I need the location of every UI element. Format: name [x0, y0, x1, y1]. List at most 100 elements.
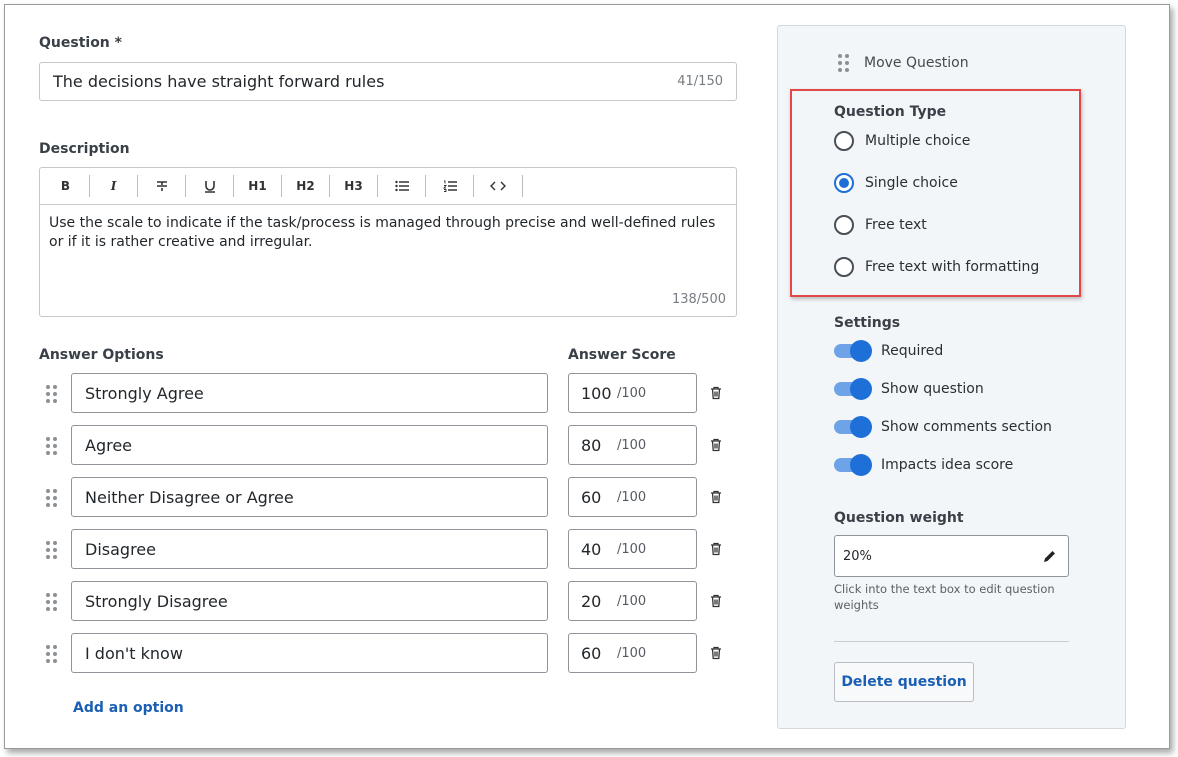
answer-score-input[interactable]: 80/100: [568, 425, 697, 465]
answer-score-label: Answer Score: [568, 347, 676, 363]
question-weight-value: 20%: [843, 548, 872, 564]
question-type-option[interactable]: Free text with formatting: [834, 257, 1039, 277]
bullet-list-icon: [394, 180, 409, 192]
question-type-option-label: Multiple choice: [865, 133, 971, 149]
radio-button[interactable]: [834, 215, 854, 235]
editor-toolbar: B I H1 H2 H3: [40, 168, 736, 205]
answer-score-input[interactable]: 60/100: [568, 477, 697, 517]
drag-handle-icon[interactable]: [46, 593, 58, 611]
radio-button[interactable]: [834, 131, 854, 151]
question-weight-input[interactable]: 20%: [834, 535, 1069, 577]
answer-row: I don't know 60/100: [0, 633, 760, 673]
answer-score-value: 80: [581, 435, 602, 455]
h1-button[interactable]: H1: [234, 175, 282, 197]
question-weight-hint: Click into the text box to edit question…: [834, 582, 1055, 612]
toggle-switch[interactable]: [834, 378, 872, 400]
trash-icon[interactable]: [708, 541, 724, 557]
answer-score-value: 100: [581, 383, 612, 403]
question-type-label: Question Type: [834, 104, 947, 120]
answer-score-value: 60: [581, 487, 602, 507]
answer-option-input[interactable]: I don't know: [71, 633, 548, 673]
question-type-option-label: Single choice: [865, 175, 958, 191]
trash-icon[interactable]: [708, 593, 724, 609]
answer-score-max: /100: [617, 645, 647, 661]
drag-handle-icon[interactable]: [46, 489, 58, 507]
description-text: Use the scale to indicate if the task/pr…: [49, 215, 716, 250]
question-type-option-label: Free text with formatting: [865, 259, 1040, 275]
trash-icon[interactable]: [708, 645, 724, 661]
setting-label: Show comments section: [881, 419, 1052, 435]
answer-score-input[interactable]: 40/100: [568, 529, 697, 569]
numbered-list-icon: [442, 180, 457, 192]
question-type-option-label: Free text: [865, 217, 927, 233]
italic-button[interactable]: I: [90, 175, 138, 197]
bullet-list-button[interactable]: [378, 175, 426, 197]
move-question-handle[interactable]: Move Question: [838, 54, 969, 72]
trash-icon[interactable]: [708, 437, 724, 453]
trash-icon[interactable]: [708, 385, 724, 401]
answer-score-input[interactable]: 100/100: [568, 373, 697, 413]
answer-option-input[interactable]: Disagree: [71, 529, 548, 569]
answer-score-max: /100: [617, 385, 647, 401]
strikethrough-button[interactable]: [138, 175, 186, 197]
description-label: Description: [39, 141, 130, 157]
code-icon: [490, 181, 506, 191]
code-button[interactable]: [474, 175, 523, 197]
answer-row: Disagree 40/100: [0, 529, 760, 569]
question-type-option[interactable]: Multiple choice: [834, 131, 970, 151]
drag-handle-icon[interactable]: [46, 437, 58, 455]
answer-row: Strongly Disagree 20/100: [0, 581, 760, 621]
setting-row: Show question: [834, 378, 984, 400]
add-option-link[interactable]: Add an option: [73, 700, 184, 716]
answer-score-value: 40: [581, 539, 602, 559]
answer-score-value: 20: [581, 591, 602, 611]
answer-options-label: Answer Options: [39, 347, 164, 363]
answer-score-max: /100: [617, 489, 647, 505]
answer-score-input[interactable]: 20/100: [568, 581, 697, 621]
h2-button[interactable]: H2: [282, 175, 330, 197]
answer-option-input[interactable]: Agree: [71, 425, 548, 465]
strikethrough-icon: [156, 181, 167, 191]
setting-row: Impacts idea score: [834, 454, 1013, 476]
question-type-option[interactable]: Single choice: [834, 173, 958, 193]
pencil-icon[interactable]: [1043, 550, 1056, 563]
setting-label: Required: [881, 343, 944, 359]
drag-handle-icon[interactable]: [46, 541, 58, 559]
answer-score-max: /100: [617, 593, 647, 609]
answer-option-input[interactable]: Strongly Agree: [71, 373, 548, 413]
radio-button[interactable]: [834, 173, 854, 193]
underline-button[interactable]: [186, 175, 234, 197]
setting-label: Impacts idea score: [881, 457, 1014, 473]
setting-row: Required: [834, 340, 943, 362]
radio-button[interactable]: [834, 257, 854, 277]
setting-label: Show question: [881, 381, 984, 397]
bold-button[interactable]: B: [42, 175, 90, 197]
answer-score-input[interactable]: 60/100: [568, 633, 697, 673]
underline-icon: [204, 181, 215, 193]
question-label: Question *: [39, 35, 122, 51]
question-type-option[interactable]: Free text: [834, 215, 927, 235]
h3-button[interactable]: H3: [330, 175, 378, 197]
trash-icon[interactable]: [708, 489, 724, 505]
drag-handle-icon[interactable]: [46, 385, 58, 403]
answer-row: Strongly Agree 100/100: [0, 373, 760, 413]
answer-row: Agree 80/100: [0, 425, 760, 465]
numbered-list-button[interactable]: [426, 175, 474, 197]
answer-option-input[interactable]: Strongly Disagree: [71, 581, 548, 621]
drag-handle-icon[interactable]: [46, 645, 58, 663]
description-char-count: 138/500: [671, 292, 726, 307]
setting-row: Show comments section: [834, 416, 1052, 438]
answer-option-input[interactable]: Neither Disagree or Agree: [71, 477, 548, 517]
toggle-switch[interactable]: [834, 454, 872, 476]
question-input[interactable]: The decisions have straight forward rule…: [39, 62, 737, 101]
answer-row: Neither Disagree or Agree 60/100: [0, 477, 760, 517]
delete-question-button[interactable]: Delete question: [834, 662, 974, 702]
question-value: The decisions have straight forward rule…: [53, 72, 385, 91]
description-editor[interactable]: B I H1 H2 H3 Use the scale to indicate i…: [39, 167, 737, 317]
question-weight-label: Question weight: [834, 510, 964, 526]
divider: [834, 641, 1069, 642]
toggle-switch[interactable]: [834, 340, 872, 362]
move-question-label: Move Question: [864, 55, 969, 71]
answer-score-value: 60: [581, 643, 602, 663]
toggle-switch[interactable]: [834, 416, 872, 438]
